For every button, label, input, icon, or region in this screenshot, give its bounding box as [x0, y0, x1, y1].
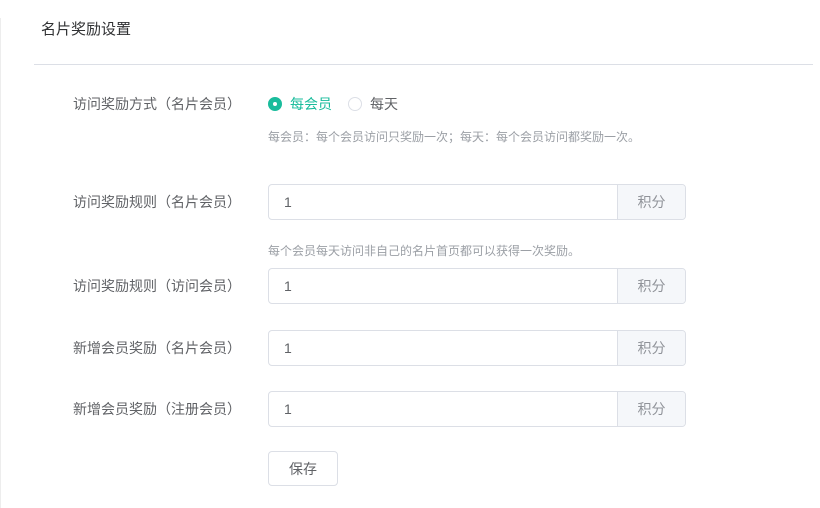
radio-per-member-label: 每会员: [290, 94, 332, 114]
visit-reward-mode-radio-group: 每会员 每天: [268, 94, 398, 114]
radio-unchecked-icon: [348, 97, 362, 111]
visit-reward-mode-label: 访问奖励方式（名片会员）: [73, 94, 268, 114]
form-row-new-member-reward-card: 新增会员奖励（名片会员） 积分: [73, 330, 820, 366]
visit-reward-mode-helper-text: 每会员：每个会员访问只奖励一次；每天：每个会员访问都奖励一次。: [268, 129, 820, 146]
new-member-reward-card-label: 新增会员奖励（名片会员）: [73, 338, 268, 358]
visit-reward-visitor-input[interactable]: [269, 269, 617, 303]
radio-per-day[interactable]: 每天: [348, 94, 398, 114]
radio-checked-icon: [268, 97, 282, 111]
visit-reward-visitor-input-group: 积分: [268, 268, 686, 304]
radio-per-member[interactable]: 每会员: [268, 94, 332, 114]
visit-reward-card-member-label: 访问奖励规则（名片会员）: [73, 192, 268, 212]
card-reward-settings-page: 名片奖励设置 访问奖励方式（名片会员） 每会员 每天 每会员：每个会员访问只奖励…: [1, 18, 820, 486]
visit-reward-visitor-helper-text: 每个会员每天访问非自己的名片首页都可以获得一次奖励。: [268, 243, 820, 260]
save-button[interactable]: 保存: [268, 451, 338, 486]
points-unit-addon: 积分: [617, 269, 685, 303]
points-unit-addon: 积分: [617, 392, 685, 426]
form-row-visit-reward-visitor: 访问奖励规则（访问会员） 积分: [73, 268, 820, 304]
new-member-reward-register-input-group: 积分: [268, 391, 686, 427]
visit-reward-visitor-label: 访问奖励规则（访问会员）: [73, 276, 268, 296]
new-member-reward-register-input[interactable]: [269, 392, 617, 426]
divider: [34, 64, 813, 65]
points-unit-addon: 积分: [617, 331, 685, 365]
new-member-reward-card-input[interactable]: [269, 331, 617, 365]
form-row-new-member-reward-register: 新增会员奖励（注册会员） 积分: [73, 391, 820, 427]
points-unit-addon: 积分: [617, 185, 685, 219]
visit-reward-card-member-input[interactable]: [269, 185, 617, 219]
save-row: 保存: [268, 451, 820, 486]
new-member-reward-register-label: 新增会员奖励（注册会员）: [73, 399, 268, 419]
radio-per-day-label: 每天: [370, 94, 398, 114]
form-row-visit-reward-mode: 访问奖励方式（名片会员） 每会员 每天: [73, 94, 820, 114]
visit-reward-card-member-input-group: 积分: [268, 184, 686, 220]
page-title: 名片奖励设置: [41, 18, 820, 39]
new-member-reward-card-input-group: 积分: [268, 330, 686, 366]
form-row-visit-reward-card-member: 访问奖励规则（名片会员） 积分: [73, 184, 820, 220]
